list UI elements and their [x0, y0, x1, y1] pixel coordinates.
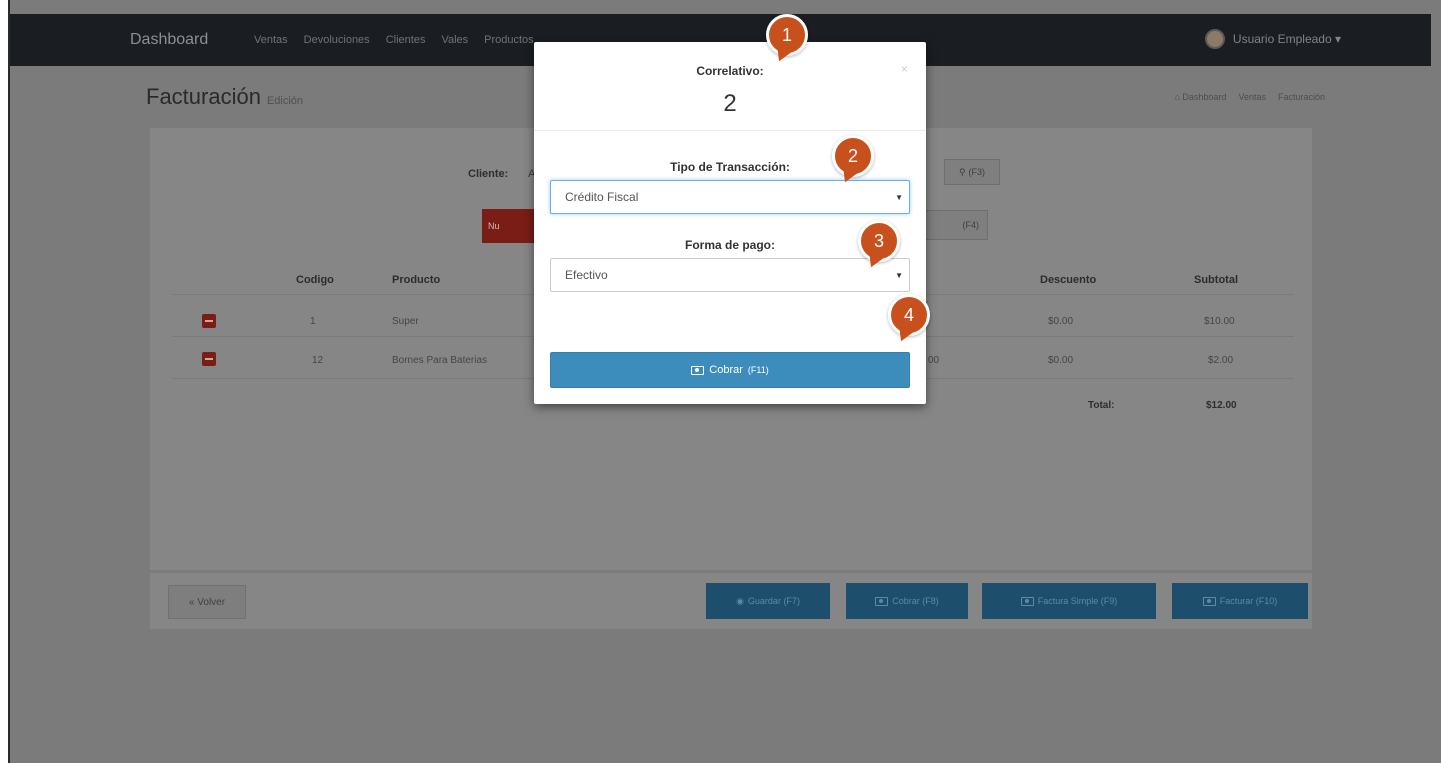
guardar-button[interactable]: ◉ Guardar (F7)	[706, 583, 830, 619]
avatar	[1204, 29, 1225, 49]
cobrar-shortcut: (F11)	[747, 365, 769, 375]
remove-row-button[interactable]	[202, 352, 216, 366]
cobrar-button[interactable]: Cobrar (F11)	[550, 352, 910, 388]
col-header-subtotal: Subtotal	[1194, 274, 1238, 286]
back-button[interactable]: « Volver	[168, 585, 246, 619]
guardar-label: Guardar (F7)	[747, 596, 800, 606]
col-header-descuento: Descuento	[1040, 274, 1097, 286]
money-icon	[875, 596, 889, 606]
cobrar-label: Cobrar	[709, 364, 743, 376]
row-precio-fragment: 00	[928, 355, 940, 366]
user-menu[interactable]: Usuario Empleado ▾	[1204, 29, 1341, 49]
new-client-label: Nu	[488, 221, 500, 231]
row-descuento: $0.00	[1048, 316, 1074, 327]
row-subtotal: $2.00	[1208, 355, 1234, 366]
tipo-transaccion-value: Crédito Fiscal	[565, 190, 639, 204]
window-frame	[0, 0, 10, 763]
remove-row-button[interactable]	[202, 314, 216, 328]
breadcrumb-facturacion: Facturación	[1277, 92, 1325, 102]
app-background: Dashboard Ventas Devoluciones Clientes V…	[10, 0, 1441, 763]
chevron-down-icon: ▼	[895, 271, 903, 280]
invoice-footer: « Volver ◉ Guardar (F7) Cobrar (F8) Fact…	[150, 573, 1312, 629]
nav-link-clientes[interactable]: Clientes	[386, 34, 426, 46]
total-value: $12.00	[1206, 400, 1237, 411]
correlativo-label: Correlativo:	[696, 64, 764, 78]
chevron-down-icon: ▼	[895, 193, 903, 202]
f4-button[interactable]: (F4)	[920, 210, 988, 240]
callout-marker-3: 3	[858, 220, 900, 262]
money-icon	[1020, 596, 1034, 606]
forma-pago-value: Efectivo	[565, 268, 608, 282]
callout-marker-4: 4	[888, 294, 930, 336]
page-title-text: Facturación	[146, 84, 261, 109]
breadcrumb: ⌂ Dashboard Ventas Facturación	[1174, 92, 1325, 102]
nav-link-devoluciones[interactable]: Devoluciones	[304, 34, 370, 46]
callout-marker-2: 2	[832, 135, 874, 177]
breadcrumb-dashboard-label: Dashboard	[1182, 92, 1227, 102]
tipo-transaccion-select[interactable]: Crédito Fiscal ▼	[550, 180, 910, 214]
col-header-codigo: Codigo	[296, 274, 334, 286]
user-name: Usuario Empleado ▾	[1232, 32, 1341, 46]
nav-links: Ventas Devoluciones Clientes Vales Produ…	[254, 34, 534, 46]
row-subtotal: $10.00	[1204, 316, 1235, 327]
f4-button-label: (F4)	[962, 220, 980, 230]
save-icon: ◉	[736, 595, 744, 606]
total-label: Total:	[1088, 400, 1115, 411]
facturar-label: Facturar (F10)	[1219, 596, 1278, 606]
modal-divider	[534, 130, 926, 131]
page-subtitle: Edición	[266, 95, 304, 107]
factura-simple-button[interactable]: Factura Simple (F9)	[982, 583, 1156, 619]
facturar-button[interactable]: Facturar (F10)	[1172, 583, 1308, 619]
row-producto: Bornes Para Baterias	[392, 355, 488, 366]
factura-simple-label: Factura Simple (F9)	[1037, 596, 1118, 606]
callout-marker-1: 1	[766, 14, 808, 56]
nav-link-vales[interactable]: Vales	[441, 34, 468, 46]
row-descuento: $0.00	[1048, 355, 1074, 366]
breadcrumb-ventas[interactable]: Ventas	[1238, 92, 1266, 102]
cobrar-footer-label: Cobrar (F8)	[892, 596, 939, 606]
row-codigo: 12	[312, 355, 324, 366]
search-icon: ⚲	[958, 166, 966, 177]
breadcrumb-dashboard[interactable]: ⌂ Dashboard	[1174, 92, 1226, 102]
forma-pago-select[interactable]: Efectivo ▼	[550, 258, 910, 292]
search-client-shortcut: (F3)	[968, 167, 986, 177]
brand-link[interactable]: Dashboard	[130, 31, 208, 49]
col-header-producto: Producto	[392, 274, 441, 286]
correlativo-value: 2	[723, 90, 737, 117]
nav-link-ventas[interactable]: Ventas	[254, 34, 288, 46]
new-client-button[interactable]: Nu	[482, 209, 538, 243]
row-codigo: 1	[310, 316, 316, 327]
cliente-label: Cliente:	[468, 168, 509, 180]
row-producto: Super	[392, 316, 419, 327]
money-icon	[1202, 596, 1216, 606]
money-icon	[691, 365, 705, 375]
cobrar-footer-button[interactable]: Cobrar (F8)	[846, 583, 968, 619]
page-title: Facturación Edición	[146, 84, 303, 110]
nav-link-productos[interactable]: Productos	[484, 34, 534, 46]
search-client-button[interactable]: ⚲ (F3)	[944, 159, 1000, 185]
